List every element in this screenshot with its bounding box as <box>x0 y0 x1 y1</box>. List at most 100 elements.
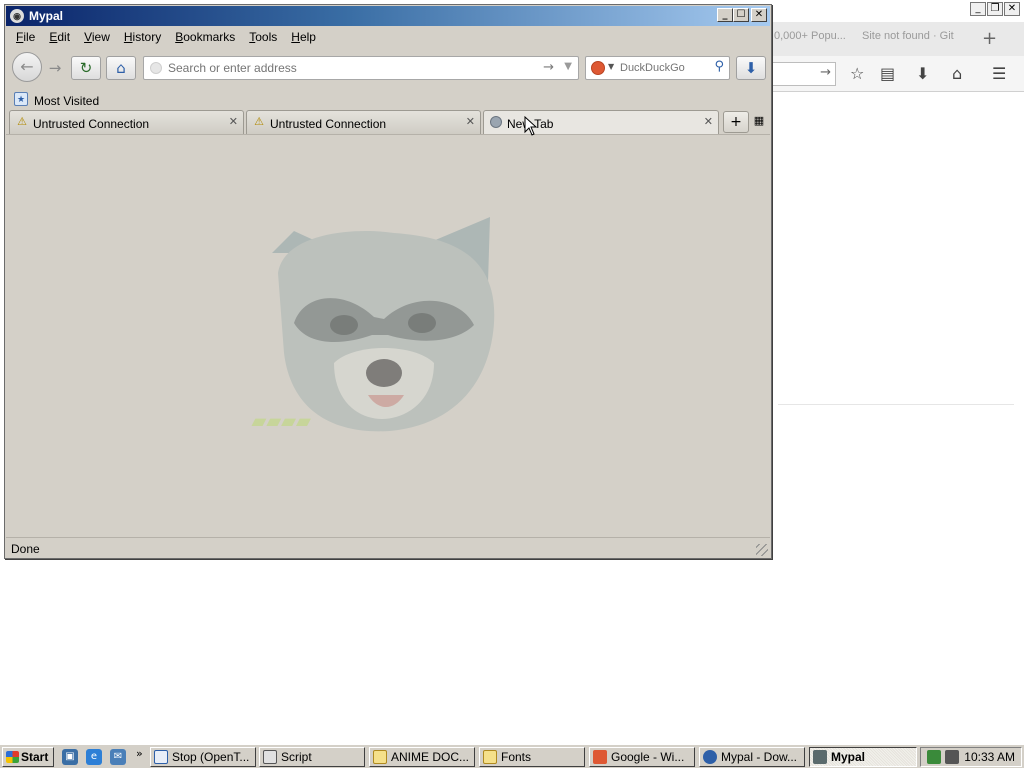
menu-tools[interactable]: Tools <box>249 30 277 44</box>
downloads-button[interactable]: ⬇ <box>736 56 766 80</box>
new-tab-button[interactable]: + <box>723 111 749 133</box>
tab-new-tab[interactable]: New Tab ✕ <box>483 110 719 135</box>
background-tab[interactable]: Site not found · Git <box>862 30 954 42</box>
taskbar: Start ▣ e ✉ » Stop (OpenT... Script ANIM… <box>0 744 1024 768</box>
divider <box>778 404 1014 405</box>
go-arrow-icon[interactable]: → <box>543 60 554 75</box>
back-button[interactable]: ← <box>12 52 42 82</box>
star-icon[interactable]: ☆ <box>850 64 864 83</box>
go-arrow-icon[interactable]: → <box>820 65 831 80</box>
hamburger-menu-icon[interactable]: ☰ <box>992 64 1006 83</box>
warning-icon: ⚠ <box>254 115 264 128</box>
task-label: Script <box>281 750 312 764</box>
tab-strip: ⚠ Untrusted Connection ✕ ⚠ Untrusted Con… <box>6 109 770 135</box>
background-restore-button[interactable]: ❐ <box>987 2 1003 16</box>
task-script[interactable]: Script <box>259 747 365 767</box>
reading-list-icon[interactable]: ▤ <box>880 64 895 83</box>
menu-file[interactable]: File <box>16 30 35 44</box>
warning-icon: ⚠ <box>17 115 27 128</box>
background-window-controls: _ ❐ ✕ <box>970 2 1020 16</box>
most-visited-icon[interactable]: ★ <box>14 92 28 106</box>
task-anime-doc[interactable]: ANIME DOC... <box>369 747 475 767</box>
tab-label: Untrusted Connection <box>270 117 387 131</box>
show-desktop-icon[interactable]: ▣ <box>62 749 78 765</box>
task-label: Google - Wi... <box>611 750 685 764</box>
task-mypal[interactable]: Mypal <box>809 747 917 767</box>
task-mypal-downloads[interactable]: Mypal - Dow... <box>699 747 805 767</box>
engine-dropdown-icon[interactable]: ▼ <box>608 62 614 71</box>
menu-history[interactable]: History <box>124 30 161 44</box>
quick-launch-more-icon[interactable]: » <box>136 747 143 760</box>
tab-label: Untrusted Connection <box>33 117 150 131</box>
duckduckgo-icon[interactable] <box>591 61 605 75</box>
globe-icon <box>489 116 503 128</box>
home-icon[interactable]: ⌂ <box>952 64 962 83</box>
background-tab[interactable]: 0,000+ Popu... <box>774 30 846 42</box>
background-new-tab-icon[interactable]: + <box>982 28 997 49</box>
home-icon: ⌂ <box>116 59 126 77</box>
tab-close-icon[interactable]: ✕ <box>466 115 475 128</box>
menu-view[interactable]: View <box>84 30 110 44</box>
start-button[interactable]: Start <box>2 747 54 767</box>
list-all-tabs-icon[interactable]: ▦ <box>753 115 765 127</box>
url-bar[interactable]: → ▼ <box>143 56 579 80</box>
menu-bar: File Edit View History Bookmarks Tools H… <box>6 27 770 47</box>
maximize-button[interactable]: ☐ <box>733 8 749 22</box>
background-minimize-button[interactable]: _ <box>970 2 986 16</box>
network-icon[interactable] <box>927 750 941 764</box>
clock[interactable]: 10:33 AM <box>964 750 1015 764</box>
reload-button[interactable]: ↻ <box>71 56 101 80</box>
windows-flag-icon <box>6 751 19 763</box>
menu-edit[interactable]: Edit <box>49 30 70 44</box>
menu-help[interactable]: Help <box>291 30 316 44</box>
window-titlebar[interactable]: ◉ Mypal _ ☐ ✕ <box>6 6 770 26</box>
site-identity-icon[interactable] <box>150 62 162 74</box>
navigation-toolbar: ← → ↻ ⌂ → ▼ ▼ ⚲ ⬇ <box>6 49 770 89</box>
menu-bookmarks[interactable]: Bookmarks <box>175 30 235 44</box>
task-stop-opentrack[interactable]: Stop (OpenT... <box>150 747 256 767</box>
minimize-button[interactable]: _ <box>717 8 733 22</box>
close-button[interactable]: ✕ <box>751 8 767 22</box>
tab-untrusted-connection-1[interactable]: ⚠ Untrusted Connection ✕ <box>9 110 244 134</box>
folder-icon <box>483 750 497 764</box>
tab-close-icon[interactable]: ✕ <box>704 115 713 128</box>
background-url-field[interactable]: → <box>770 62 836 86</box>
bookmark-most-visited[interactable]: Most Visited <box>34 94 99 108</box>
bookmarks-toolbar: ★ Most Visited <box>6 89 770 109</box>
download-icon: ⬇ <box>744 59 758 77</box>
status-text: Done <box>11 542 40 556</box>
task-google[interactable]: Google - Wi... <box>589 747 695 767</box>
background-titlebar: _ ❐ ✕ <box>770 0 1024 20</box>
url-history-dropdown-icon[interactable]: ▼ <box>564 61 572 72</box>
script-editor-icon <box>263 750 277 764</box>
url-input[interactable] <box>168 60 528 76</box>
home-button[interactable]: ⌂ <box>106 56 136 80</box>
mypal-app-icon: ◉ <box>10 9 24 23</box>
browser-icon <box>593 750 607 764</box>
tab-untrusted-connection-2[interactable]: ⚠ Untrusted Connection ✕ <box>246 110 481 134</box>
background-tabstrip: 0,000+ Popu... Site not found · Git + <box>770 22 1024 56</box>
folder-icon <box>373 750 387 764</box>
mypal-window: ◉ Mypal _ ☐ ✕ File Edit View History Boo… <box>4 4 772 559</box>
task-fonts[interactable]: Fonts <box>479 747 585 767</box>
search-input[interactable] <box>620 60 706 76</box>
forward-button[interactable]: → <box>43 57 67 79</box>
internet-explorer-icon[interactable]: e <box>86 749 102 765</box>
resize-grip[interactable] <box>756 544 768 556</box>
tab-close-icon[interactable]: ✕ <box>229 115 238 128</box>
new-tab-page: ▰▰▰▰ <box>6 134 770 536</box>
system-tray: 10:33 AM <box>920 747 1022 767</box>
background-browser-window: _ ❐ ✕ 0,000+ Popu... Site not found · Gi… <box>770 0 1024 744</box>
raccoon-logo <box>272 217 495 432</box>
search-icon[interactable]: ⚲ <box>714 59 724 74</box>
plus-icon: + <box>730 114 742 130</box>
reload-icon: ↻ <box>79 59 93 77</box>
tray-app-icon[interactable] <box>945 750 959 764</box>
task-label: Mypal - Dow... <box>721 750 798 764</box>
search-bar[interactable]: ▼ ⚲ <box>585 56 730 80</box>
background-close-button[interactable]: ✕ <box>1004 2 1020 16</box>
download-icon[interactable]: ⬇ <box>916 64 929 83</box>
mouse-cursor-icon <box>524 116 538 136</box>
task-label: ANIME DOC... <box>391 750 470 764</box>
outlook-express-icon[interactable]: ✉ <box>110 749 126 765</box>
